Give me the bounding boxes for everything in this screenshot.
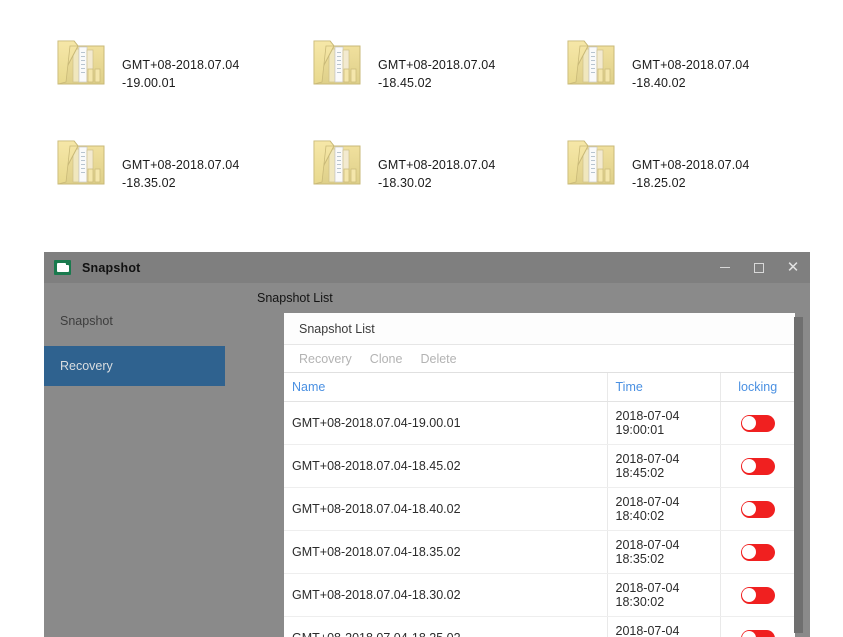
scrollbar-thumb[interactable] (794, 317, 803, 633)
toggle-knob (742, 502, 757, 516)
cell-name: GMT+08-2018.07.04-18.45.02 (284, 444, 607, 488)
cell-locking (719, 616, 795, 637)
desktop-area: GMT+08-2018.07.04 -19.00.01 GMT+08-2018.… (0, 0, 843, 240)
folder-gmt-18-35-02[interactable]: GMT+08-2018.07.04 -18.35.02 (52, 132, 239, 194)
window-title: Snapshot (82, 260, 141, 275)
snapshot-table: Name Time locking GMT+08-2018.07.04-19.0… (284, 373, 795, 637)
cell-locking (719, 487, 795, 531)
table-header: Name Time locking (284, 373, 795, 402)
folder-gmt-18-25-02[interactable]: GMT+08-2018.07.04 -18.25.02 (562, 132, 749, 194)
cell-name: GMT+08-2018.07.04-18.30.02 (284, 573, 607, 617)
window-titlebar[interactable]: Snapshot ✕ (44, 252, 810, 283)
locking-toggle[interactable] (740, 543, 775, 561)
folder-label: GMT+08-2018.07.04 -18.25.02 (632, 158, 750, 190)
tab-label: Snapshot List (257, 291, 333, 305)
content-area: Snapshot List Snapshot List Recovery Clo… (225, 283, 810, 637)
tab-snapshot-list[interactable]: Snapshot List (241, 283, 349, 313)
folder-icon (308, 32, 370, 94)
maximize-icon[interactable] (742, 252, 776, 283)
cell-name: GMT+08-2018.07.04-18.25.02 (284, 616, 607, 637)
folder-label: GMT+08-2018.07.04 -18.45.02 (378, 58, 496, 90)
cell-locking (719, 401, 795, 445)
cell-time: 2018-07-04 18:30:02 (606, 573, 720, 617)
cell-name: GMT+08-2018.07.04-19.00.01 (284, 401, 607, 445)
folder-label: GMT+08-2018.07.04 -18.35.02 (122, 158, 240, 190)
snapshot-app-icon (54, 260, 71, 275)
table-row[interactable]: GMT+08-2018.07.04-18.25.022018-07-04 18:… (284, 616, 795, 637)
cell-time: 2018-07-04 18:35:02 (606, 530, 720, 574)
panel-title: Snapshot List (284, 313, 795, 345)
snapshot-application-window: Snapshot ✕ Snapshot Recovery Snapshot Li… (44, 252, 810, 637)
folder-icon (562, 132, 624, 194)
locking-toggle[interactable] (740, 414, 775, 432)
cell-locking (719, 444, 795, 488)
recovery-button[interactable]: Recovery (299, 352, 352, 366)
table-row[interactable]: GMT+08-2018.07.04-18.40.02 2018-07-04 18:… (284, 487, 795, 531)
folder-gmt-18-40-02[interactable]: GMT+08-2018.07.04 -18.40.02 (562, 32, 749, 94)
content-scrollbar[interactable] (794, 317, 803, 633)
folder-label: GMT+08-2018.07.04 -18.30.02 (378, 158, 496, 190)
cell-locking (719, 573, 795, 617)
folder-icon (52, 132, 114, 194)
sidebar-item-snapshot[interactable]: Snapshot (44, 301, 225, 341)
folder-icon (308, 132, 370, 194)
sidebar: Snapshot Recovery (44, 283, 225, 637)
locking-toggle[interactable] (740, 500, 775, 518)
folder-gmt-18-30-02[interactable]: GMT+08-2018.07.04 -18.30.02 (308, 132, 495, 194)
locking-toggle[interactable] (740, 586, 775, 604)
table-row[interactable]: GMT+08-2018.07.04-18.45.02 2018-07-04 18:… (284, 444, 795, 488)
cell-name: GMT+08-2018.07.04-18.35.02 (284, 530, 607, 574)
table-row[interactable]: GMT+08-2018.07.04-18.30.02 2018-07-04 18:… (284, 573, 795, 617)
clone-button[interactable]: Clone (370, 352, 403, 366)
column-header-name[interactable]: Name (284, 373, 607, 402)
table-row[interactable]: GMT+08-2018.07.04-19.00.01 2018-07-04 19:… (284, 401, 795, 445)
delete-button[interactable]: Delete (420, 352, 456, 366)
cell-name: GMT+08-2018.07.04-18.40.02 (284, 487, 607, 531)
snapshot-list-panel: Snapshot List Recovery Clone Delete Name… (284, 313, 795, 637)
window-controls: ✕ (708, 252, 810, 283)
toggle-knob (742, 588, 757, 602)
locking-toggle[interactable] (740, 629, 775, 637)
minimize-icon[interactable] (708, 252, 742, 283)
toggle-knob (742, 545, 757, 559)
table-header-row: Name Time locking (284, 373, 795, 402)
cell-locking (719, 530, 795, 574)
cell-time: 2018-07-04 18:25:02 (606, 616, 720, 637)
folder-gmt-19-00-01[interactable]: GMT+08-2018.07.04 -19.00.01 (52, 32, 239, 94)
locking-toggle[interactable] (740, 457, 775, 475)
sidebar-item-label: Recovery (60, 359, 113, 373)
tabstrip: Snapshot List (225, 283, 810, 313)
cell-time: 2018-07-04 18:45:02 (606, 444, 720, 488)
panel-toolbar: Recovery Clone Delete (284, 345, 795, 373)
column-header-locking[interactable]: locking (719, 373, 795, 402)
table-row[interactable]: GMT+08-2018.07.04-18.35.02 2018-07-04 18:… (284, 530, 795, 574)
cell-time: 2018-07-04 18:40:02 (606, 487, 720, 531)
folder-gmt-18-45-02[interactable]: GMT+08-2018.07.04 -18.45.02 (308, 32, 495, 94)
folder-icon (52, 32, 114, 94)
cell-time: 2018-07-04 19:00:01 (606, 401, 720, 445)
folder-label: GMT+08-2018.07.04 -18.40.02 (632, 58, 750, 90)
toggle-knob (742, 416, 757, 430)
table-body: GMT+08-2018.07.04-19.00.01 2018-07-04 19:… (284, 401, 795, 637)
column-header-time[interactable]: Time (606, 373, 720, 402)
sidebar-item-recovery[interactable]: Recovery (44, 346, 225, 386)
toggle-knob (742, 459, 757, 473)
sidebar-item-label: Snapshot (60, 314, 113, 328)
close-icon[interactable]: ✕ (776, 252, 810, 283)
folder-icon (562, 32, 624, 94)
toggle-knob (742, 631, 757, 637)
folder-label: GMT+08-2018.07.04 -19.00.01 (122, 58, 240, 90)
